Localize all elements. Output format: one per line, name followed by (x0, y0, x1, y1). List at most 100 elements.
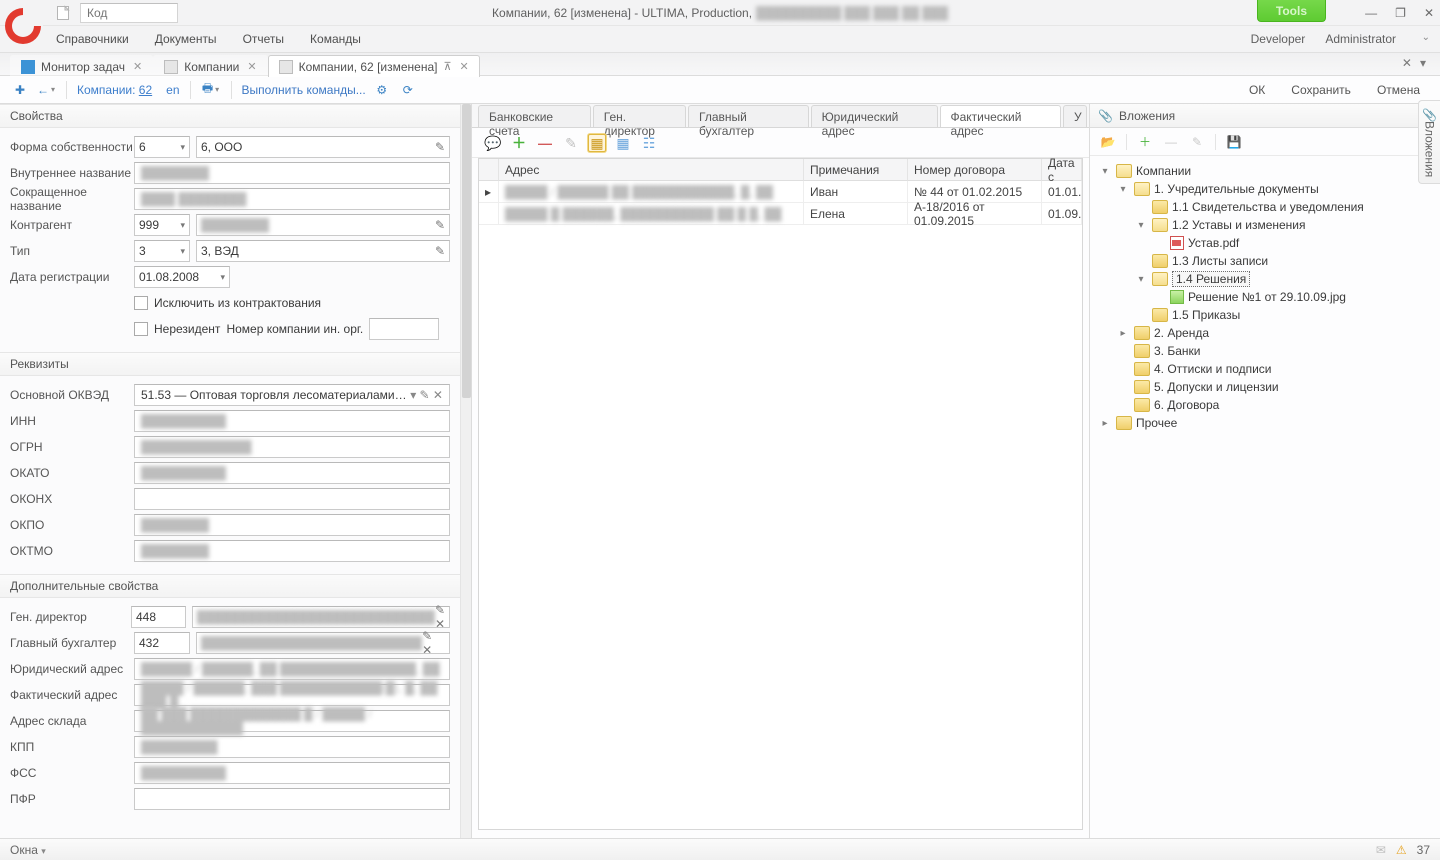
tab-actual-address[interactable]: Фактический адрес (940, 105, 1062, 127)
menu-administrator[interactable]: Administrator (1325, 32, 1396, 46)
contragent-text-field[interactable]: ████████✎ (196, 214, 450, 236)
oktmo-field[interactable]: ████████ (134, 540, 450, 562)
remove-attachment-icon[interactable]: — (1163, 134, 1179, 150)
maximize-icon[interactable]: ❐ (1395, 6, 1406, 20)
gear-icon[interactable]: ⚙ (372, 80, 392, 100)
fss-field[interactable]: ██████████ (134, 762, 450, 784)
reg-date-field[interactable]: 01.08.2008▾ (134, 266, 230, 288)
foreign-num-field[interactable] (369, 318, 439, 340)
tree-leaf[interactable]: Решение №1 от 29.10.09.jpg (1098, 288, 1434, 306)
tab-close-icon[interactable]: ✕ (460, 60, 469, 73)
tree-node[interactable]: 1.5 Приказы (1098, 306, 1434, 324)
menu-references[interactable]: Справочники (56, 32, 129, 46)
status-warning-icon[interactable]: ⚠ (1396, 843, 1407, 857)
save-button[interactable]: Сохранить (1291, 83, 1351, 97)
col-selector[interactable] (479, 159, 499, 181)
breadcrumb[interactable]: Компании: 62 (77, 83, 152, 97)
code-input[interactable] (80, 3, 178, 23)
tab-company-62[interactable]: Компании, 62 [изменена] ⊼ ✕ (268, 55, 480, 77)
fact-addr-field[interactable]: █████ / ██████, ███ ████████████(█), █, … (134, 684, 450, 706)
tab-legal-address[interactable]: Юридический адрес (811, 105, 938, 127)
inner-name-field[interactable]: ████████ (134, 162, 450, 184)
edit-attachment-icon[interactable]: ✎ (1189, 134, 1205, 150)
table-row[interactable]: █████ █ ██████, ███████████ ██ █ █, ██ Е… (479, 203, 1082, 225)
tree-node[interactable]: ▾1.2 Уставы и изменения (1098, 216, 1434, 234)
tab-close-icon[interactable]: ✕ (133, 60, 142, 73)
tree-node[interactable]: ▸Прочее (1098, 414, 1434, 432)
col-date-from[interactable]: Дата с (1042, 159, 1082, 181)
type-code-select[interactable]: 3▾ (134, 240, 190, 262)
okato-field[interactable]: ██████████ (134, 462, 450, 484)
legal-addr-field[interactable]: ██████ / ██████, ██ ████████████████, ██ (134, 658, 450, 680)
new-doc-icon[interactable] (56, 5, 72, 21)
glavbuh-text-field[interactable]: ██████████████████████████✎ ✕ (196, 632, 450, 654)
type-text-field[interactable]: 3, ВЭД✎ (196, 240, 450, 262)
print-icon[interactable]: 🖶 (201, 80, 221, 100)
contragent-code-select[interactable]: 999▾ (134, 214, 190, 236)
export-excel-icon[interactable]: ▦ (588, 134, 606, 152)
okpo-field[interactable]: ████████ (134, 514, 450, 536)
close-all-icon[interactable]: ✕ (1402, 56, 1412, 70)
tab-monitor[interactable]: Монитор задач ✕ (10, 55, 153, 77)
nonresident-checkbox[interactable] (134, 322, 148, 336)
refresh-icon[interactable]: ⟳ (398, 80, 418, 100)
tools-badge[interactable]: Tools (1257, 0, 1326, 22)
form-text-field[interactable]: 6, ООО✎ (196, 136, 450, 158)
tab-glavbuh[interactable]: Главный бухгалтер (688, 105, 809, 127)
tree-node-selected[interactable]: ▾1.4 Решения (1098, 270, 1434, 288)
col-contract-num[interactable]: Номер договора (908, 159, 1042, 181)
tabs-dropdown-icon[interactable]: ▾ (1420, 56, 1426, 70)
gendir-code-field[interactable]: 448 (131, 606, 186, 628)
add-attachment-icon[interactable]: ＋ (1137, 134, 1153, 150)
tree-node[interactable]: 3. Банки (1098, 342, 1434, 360)
close-icon[interactable]: ✕ (1424, 6, 1434, 20)
pfr-field[interactable] (134, 788, 450, 810)
tree-node[interactable]: ▾Компании (1098, 162, 1434, 180)
col-address[interactable]: Адрес (499, 159, 804, 181)
menu-reports[interactable]: Отчеты (243, 32, 284, 46)
grid-columns-icon[interactable]: ☷ (640, 134, 658, 152)
tree-node[interactable]: ▸2. Аренда (1098, 324, 1434, 342)
tree-leaf[interactable]: Устав.pdf (1098, 234, 1434, 252)
windows-menu[interactable]: Окна (10, 843, 38, 857)
menu-commands[interactable]: Команды (310, 32, 361, 46)
ogrn-field[interactable]: █████████████ (134, 436, 450, 458)
minimize-icon[interactable]: — (1365, 6, 1377, 20)
tree-node[interactable]: 5. Допуски и лицензии (1098, 378, 1434, 396)
okonh-field[interactable] (134, 488, 450, 510)
tab-overflow[interactable]: У (1063, 105, 1087, 127)
kpp-field[interactable]: █████████ (134, 736, 450, 758)
grid-view-icon[interactable]: ▦ (614, 134, 632, 152)
inn-field[interactable]: ██████████ (134, 410, 450, 432)
exclude-checkbox[interactable] (134, 296, 148, 310)
menu-developer[interactable]: Developer (1251, 32, 1306, 46)
tree-node[interactable]: 1.3 Листы записи (1098, 252, 1434, 270)
add-row-icon[interactable]: ＋ (510, 134, 528, 152)
menu-overflow-icon[interactable]: ⌄ (1422, 32, 1430, 43)
gendir-text-field[interactable]: ████████████████████████████✎ ✕ (192, 606, 450, 628)
tab-companies[interactable]: Компании ✕ (153, 55, 267, 77)
status-envelope-icon[interactable]: ✉ (1376, 843, 1386, 857)
tree-node[interactable]: 1.1 Свидетельства и уведомления (1098, 198, 1434, 216)
back-icon[interactable]: ← (36, 80, 56, 100)
sidebar-attachments-tab[interactable]: 📎 Вложения (1418, 100, 1440, 184)
locale-link[interactable]: en (166, 83, 179, 97)
tab-bank-accounts[interactable]: Банковские счета (478, 105, 591, 127)
tab-close-icon[interactable]: ✕ (247, 60, 256, 73)
chat-icon[interactable]: 💬 (484, 134, 502, 152)
left-scrollbar[interactable] (460, 104, 471, 838)
form-code-select[interactable]: 6▾ (134, 136, 190, 158)
okved-field[interactable]: 51.53 — Оптовая торговля лесоматериалами… (134, 384, 450, 406)
cancel-button[interactable]: Отмена (1377, 83, 1420, 97)
wh-addr-field[interactable]: ██ ███ █████████████ █ / █████ /████████… (134, 710, 450, 732)
run-commands-link[interactable]: Выполнить команды... (242, 83, 366, 97)
tab-pin-icon[interactable]: ⊼ (443, 60, 451, 73)
edit-row-icon[interactable]: ✎ (562, 134, 580, 152)
tree-node[interactable]: 6. Договора (1098, 396, 1434, 414)
col-notes[interactable]: Примечания (804, 159, 908, 181)
short-name-field[interactable]: ████ ████████ (134, 188, 450, 210)
tree-node[interactable]: 4. Оттиски и подписи (1098, 360, 1434, 378)
tab-gendir[interactable]: Ген. директор (593, 105, 686, 127)
ok-button[interactable]: ОК (1249, 83, 1265, 97)
new-record-icon[interactable]: ✚ (10, 80, 30, 100)
